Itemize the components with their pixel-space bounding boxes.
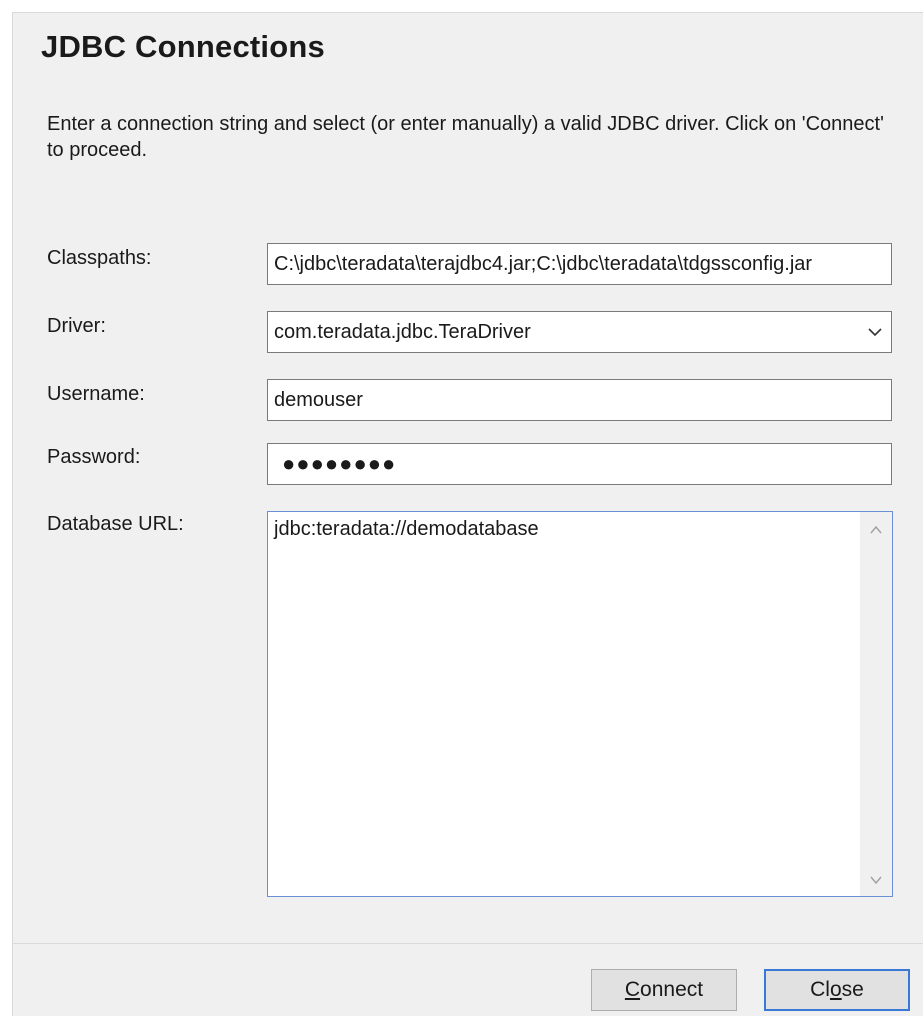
chevron-down-icon[interactable] [867,324,883,340]
close-label-rest: se [841,978,864,1001]
connect-accelerator: C [624,978,641,1001]
classpaths-label: Classpaths: [47,247,152,269]
database-url-label: Database URL: [47,513,184,535]
database-url-textarea[interactable]: jdbc:teradata://demodatabase [267,511,893,897]
footer-divider [13,943,923,944]
connect-button[interactable]: Connect [591,969,737,1011]
close-label-pre: Cl [810,978,830,1001]
chevron-down-icon[interactable] [868,872,884,888]
chevron-up-icon[interactable] [868,522,884,538]
database-url-scrollbar[interactable] [860,512,892,896]
close-button[interactable]: Close [764,969,910,1011]
classpaths-input[interactable]: C:\jdbc\teradata\terajdbc4.jar;C:\jdbc\t… [267,243,892,285]
connect-label-rest: onnect [640,978,704,1001]
password-input[interactable]: ●●●●●●●● [267,443,892,485]
dialog-description: Enter a connection string and select (or… [47,113,884,161]
username-input[interactable]: demouser [267,379,892,421]
driver-label: Driver: [47,315,106,337]
password-label: Password: [47,446,141,468]
jdbc-connections-dialog: JDBC Connections Enter a connection stri… [12,12,923,1016]
database-url-value: jdbc:teradata://demodatabase [274,518,539,540]
username-label: Username: [47,383,145,405]
username-value: demouser [274,389,363,411]
driver-value: com.teradata.jdbc.TeraDriver [274,321,531,343]
dialog-title: JDBC Connections [41,29,325,64]
password-masked-value: ●●●●●●●● [282,451,397,476]
driver-select[interactable]: com.teradata.jdbc.TeraDriver [267,311,892,353]
classpaths-value: C:\jdbc\teradata\terajdbc4.jar;C:\jdbc\t… [274,253,813,275]
close-accelerator: o [829,978,842,1001]
